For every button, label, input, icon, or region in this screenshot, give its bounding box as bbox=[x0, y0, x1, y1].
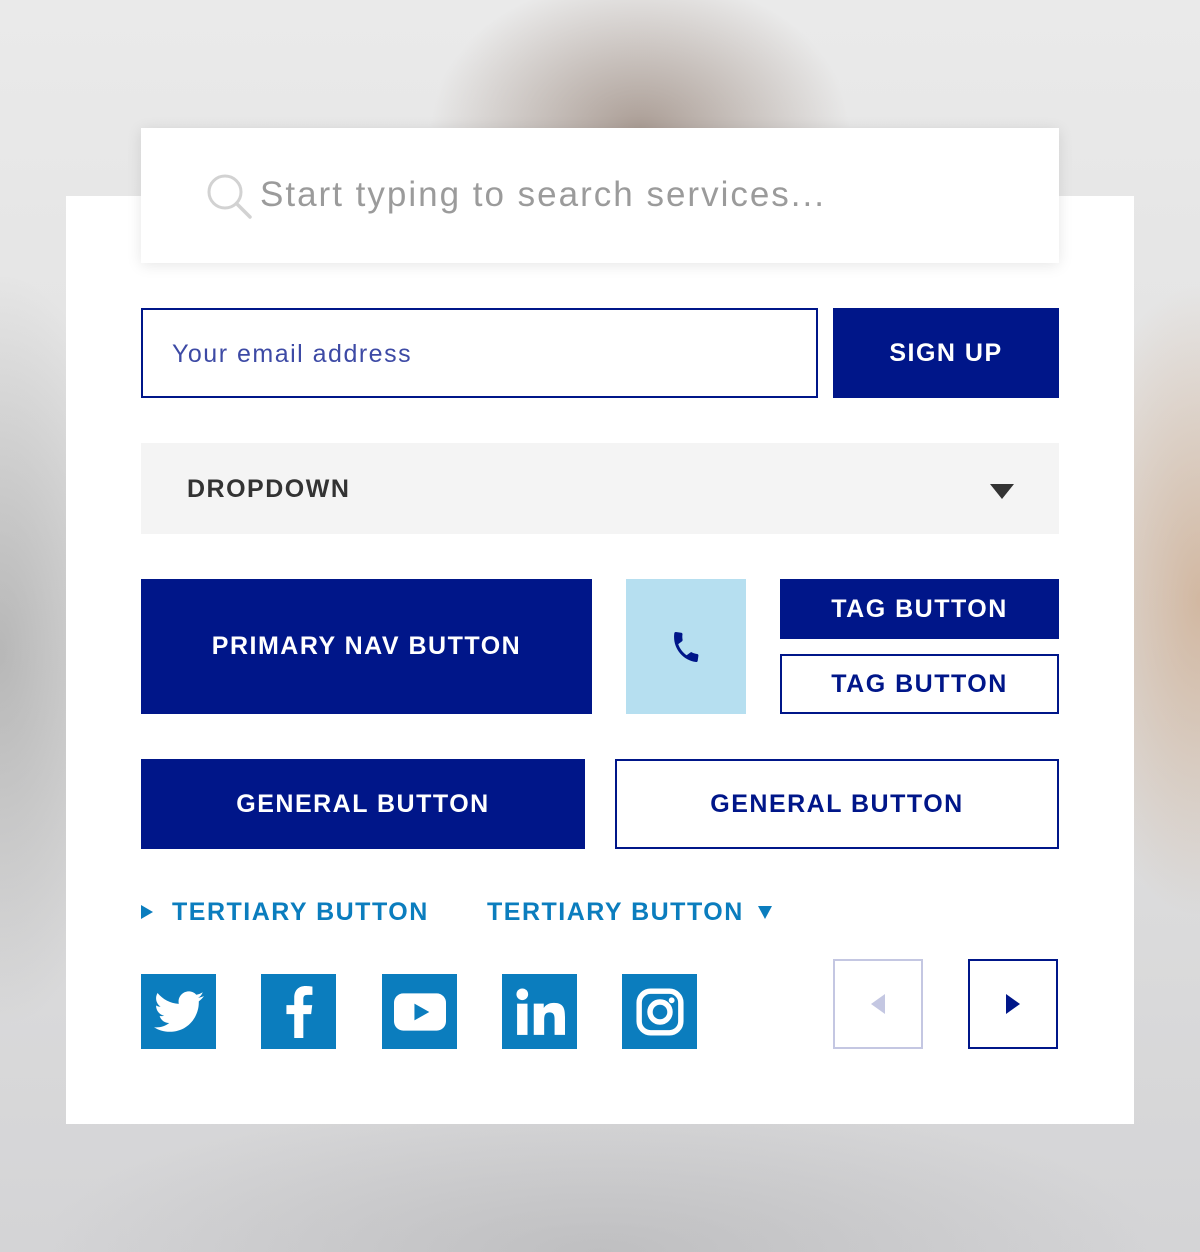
search-input[interactable]: Start typing to search services... bbox=[260, 170, 826, 220]
tertiary-button-right[interactable]: TERTIARY BUTTON bbox=[141, 895, 429, 929]
tag-button-filled[interactable]: TAG BUTTON bbox=[780, 579, 1059, 639]
email-placeholder[interactable]: Your email address bbox=[172, 335, 412, 373]
caret-down-icon bbox=[757, 905, 772, 919]
dropdown-label: DROPDOWN bbox=[187, 475, 351, 503]
general-button-outline[interactable]: GENERAL BUTTON bbox=[615, 759, 1059, 849]
arrow-left-icon bbox=[871, 994, 885, 1014]
tertiary-button-label: TERTIARY BUTTON bbox=[487, 898, 744, 926]
next-page-button[interactable] bbox=[968, 959, 1058, 1049]
youtube-icon bbox=[393, 992, 446, 1031]
caret-right-icon bbox=[141, 905, 153, 919]
phone-icon bbox=[674, 631, 699, 662]
previous-page-button[interactable] bbox=[833, 959, 923, 1049]
search-icon bbox=[207, 174, 252, 219]
tag-button-outline[interactable]: TAG BUTTON bbox=[780, 654, 1059, 714]
facebook-icon bbox=[285, 985, 312, 1038]
general-button-filled[interactable]: GENERAL BUTTON bbox=[141, 759, 585, 849]
youtube-link[interactable] bbox=[382, 974, 457, 1049]
caret-down-icon[interactable] bbox=[990, 484, 1014, 499]
phone-button[interactable] bbox=[626, 579, 746, 714]
arrow-right-icon bbox=[1006, 994, 1020, 1014]
instagram-icon bbox=[635, 987, 684, 1036]
tertiary-button-label: TERTIARY BUTTON bbox=[172, 898, 429, 926]
twitter-link[interactable] bbox=[141, 974, 216, 1049]
linkedin-link[interactable] bbox=[502, 974, 577, 1049]
tertiary-button-down[interactable]: TERTIARY BUTTON bbox=[487, 895, 772, 929]
linkedin-icon bbox=[515, 987, 565, 1035]
twitter-icon bbox=[153, 990, 204, 1032]
primary-nav-button[interactable]: PRIMARY NAV BUTTON bbox=[141, 579, 592, 714]
instagram-link[interactable] bbox=[622, 974, 697, 1049]
facebook-link[interactable] bbox=[261, 974, 336, 1049]
sign-up-button[interactable]: SIGN UP bbox=[833, 308, 1059, 398]
